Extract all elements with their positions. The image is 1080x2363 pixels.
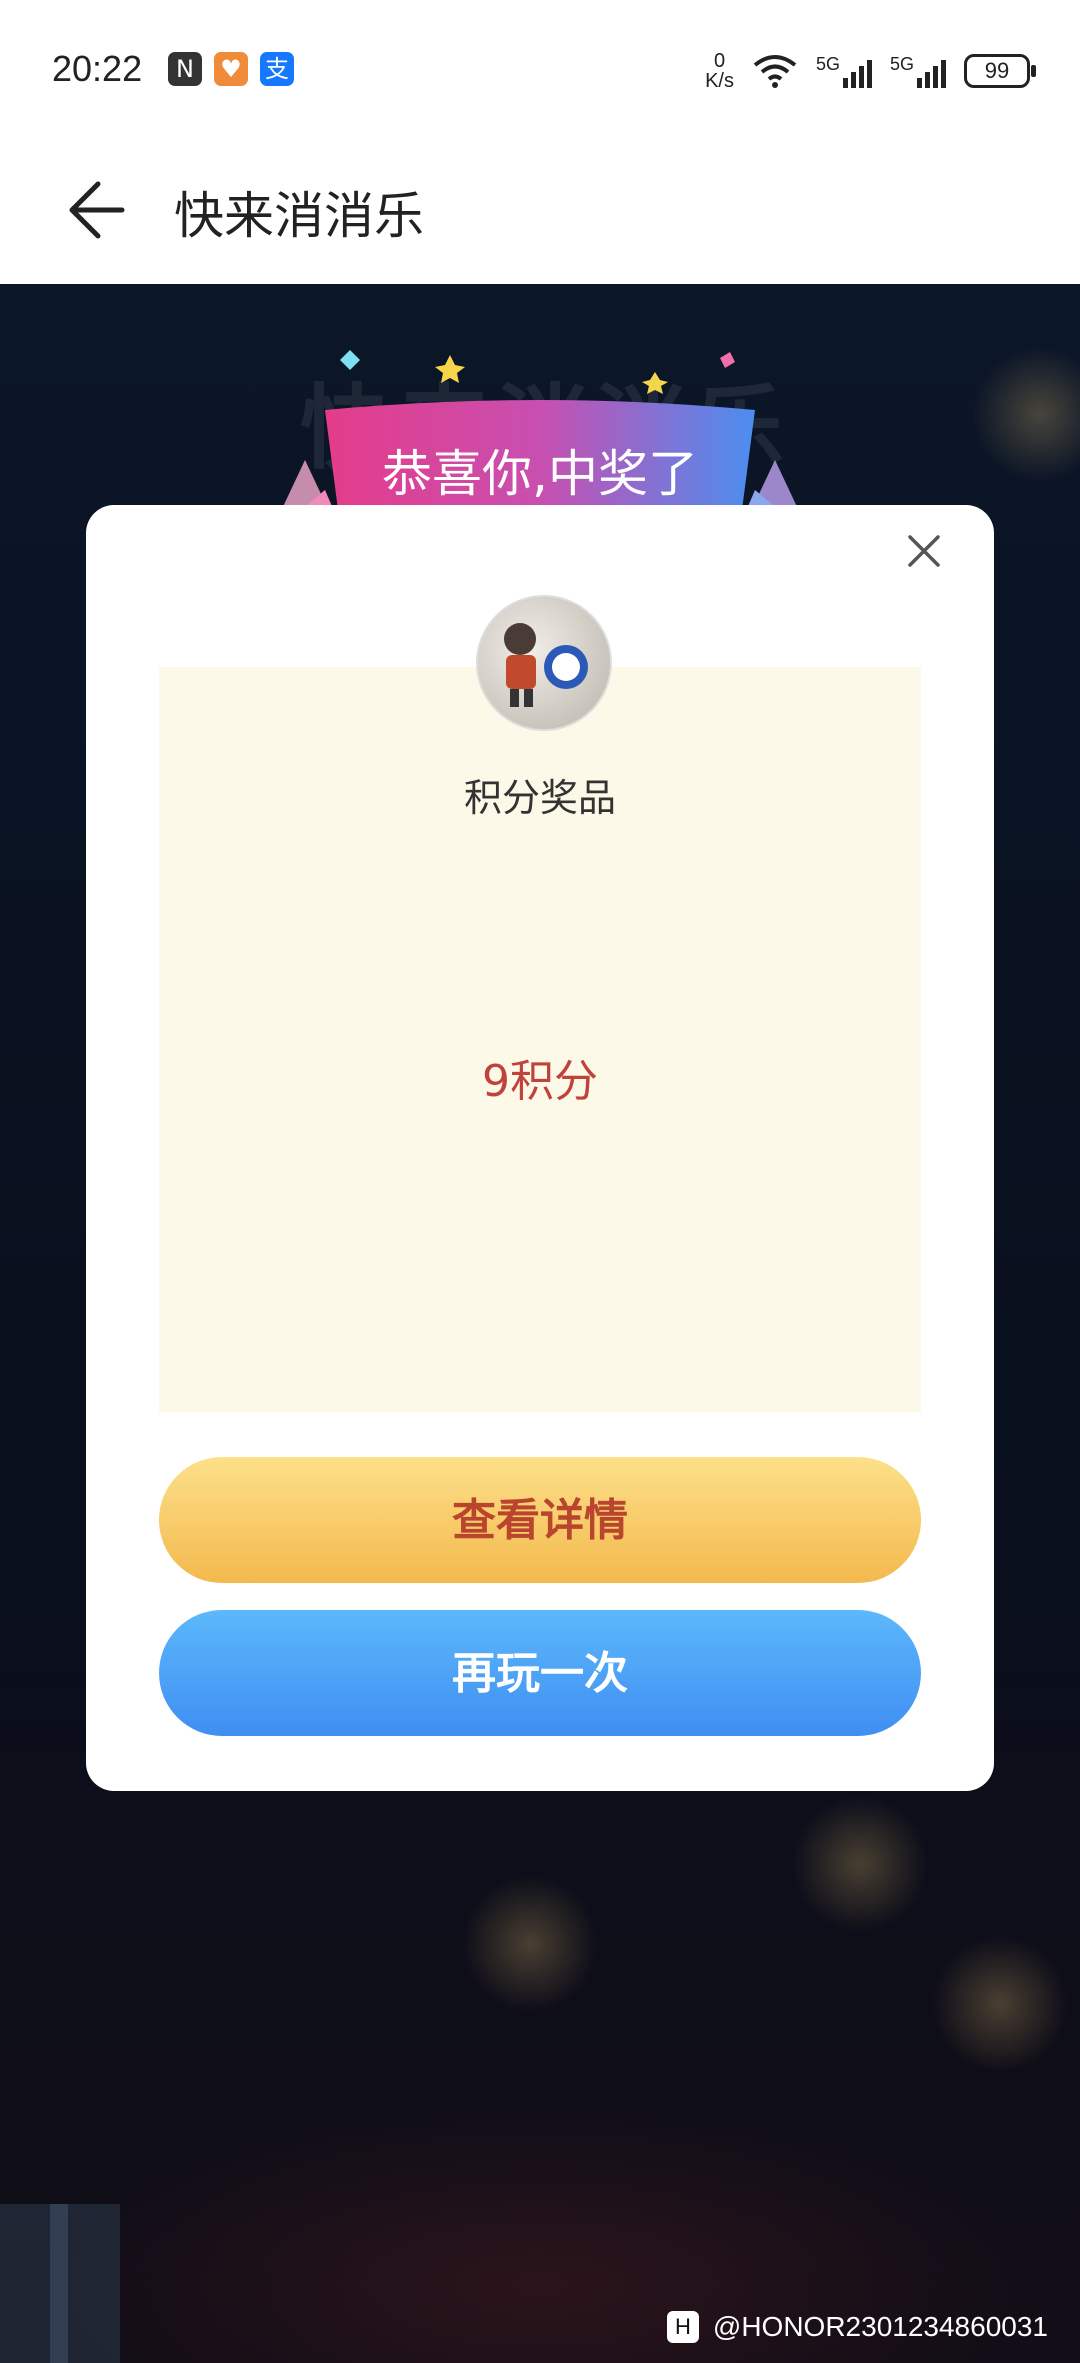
avatar: [476, 595, 612, 731]
ribbon-text: 恭喜你,中奖了: [382, 445, 698, 503]
wifi-icon: [753, 55, 797, 88]
network-label-1: 5G: [815, 54, 840, 74]
net-speed-value: 0: [713, 50, 726, 72]
net-speed: 0 K/s: [705, 51, 734, 91]
prize-value: 9积分: [482, 1056, 598, 1107]
page-title: 快来消消乐: [174, 187, 424, 245]
avatar-image: [504, 623, 588, 707]
signal-icon-2: 5G: [890, 54, 946, 88]
firework-decoration: [960, 334, 1080, 494]
prize-dialog: 积分奖品 9积分 查看详情 再玩一次: [86, 505, 994, 1791]
status-time: 20:22: [52, 48, 143, 89]
prize-name: 积分奖品: [463, 776, 616, 820]
watermark-text: @HONOR2301234860031: [712, 2311, 1048, 2342]
net-speed-unit: K/s: [705, 70, 734, 92]
network-label-2: 5G: [889, 54, 914, 74]
back-arrow-icon[interactable]: [62, 170, 142, 250]
status-bar: 20:22 N ♥ 支 0 K/s 5G 5G 99: [0, 0, 1080, 140]
nfc-icon: N: [168, 52, 202, 86]
honor-logo-icon: H: [666, 2311, 699, 2343]
status-right: 0 K/s 5G 5G 99: [705, 50, 1036, 92]
app-bar: 快来消消乐: [0, 140, 1080, 284]
view-details-button[interactable]: 查看详情: [159, 1457, 921, 1583]
gift-box-decoration: [0, 2204, 120, 2363]
firework-decoration: [920, 1924, 1080, 2084]
close-icon[interactable]: [902, 529, 946, 573]
signal-icon: 5G: [816, 54, 872, 88]
battery-icon: 99: [964, 54, 1036, 88]
huawei-health-icon: ♥: [214, 52, 248, 86]
play-again-button[interactable]: 再玩一次: [159, 1610, 921, 1736]
confetti-decoration: [340, 350, 735, 394]
alipay-icon: 支: [260, 52, 294, 86]
watermark: H @HONOR2301234860031: [666, 2311, 1048, 2343]
firework-decoration: [450, 1864, 610, 2024]
firework-decoration: [780, 1784, 940, 1944]
